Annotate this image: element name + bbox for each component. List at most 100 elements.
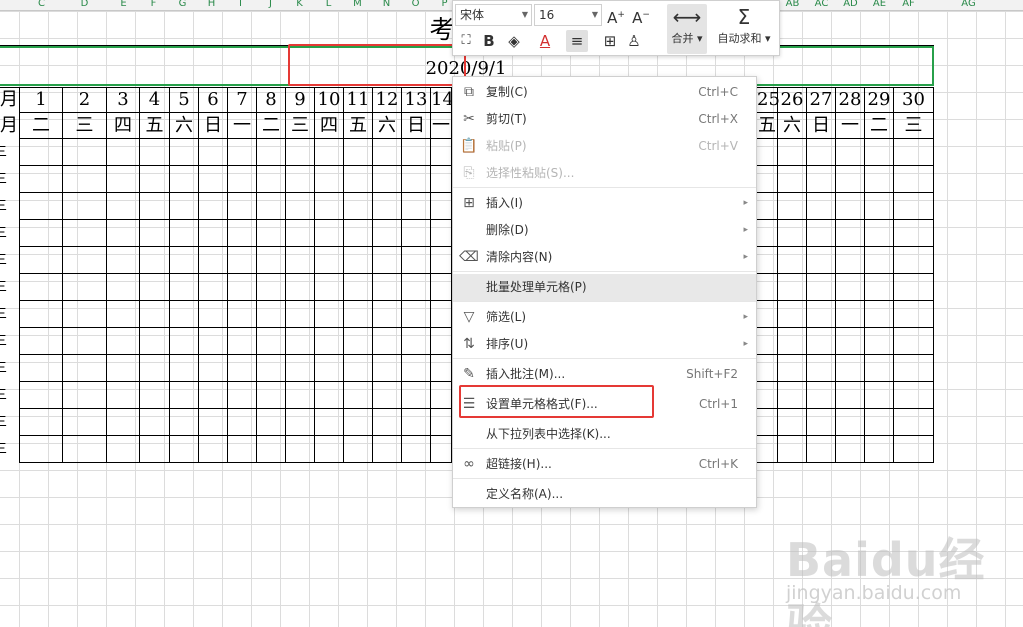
attendance-cell[interactable]: [402, 139, 431, 166]
day-cell[interactable]: 27: [807, 87, 836, 113]
autosum-button[interactable]: Σ 自动求和 ▾: [711, 4, 777, 54]
weekday-cell[interactable]: 一: [836, 113, 865, 139]
attendance-cell[interactable]: [140, 409, 170, 436]
attendance-cell[interactable]: [170, 436, 199, 463]
attendance-cell[interactable]: [402, 301, 431, 328]
column-letter[interactable]: AF: [894, 0, 923, 9]
attendance-cell[interactable]: [199, 139, 228, 166]
attendance-cell[interactable]: [228, 274, 257, 301]
attendance-cell[interactable]: [199, 247, 228, 274]
weekday-cell[interactable]: 六: [373, 113, 402, 139]
attendance-cell[interactable]: [315, 166, 344, 193]
attendance-cell[interactable]: [894, 139, 934, 166]
attendance-cell[interactable]: [757, 409, 778, 436]
attendance-cell[interactable]: [344, 409, 373, 436]
merge-button[interactable]: ⟷ 合并 ▾: [667, 4, 707, 54]
attendance-cell[interactable]: [107, 382, 140, 409]
attendance-cell[interactable]: [199, 193, 228, 220]
attendance-cell[interactable]: [286, 139, 315, 166]
menu-item-7[interactable]: 批量处理单元格(P): [453, 274, 756, 301]
column-letter[interactable]: AD: [836, 0, 865, 9]
attendance-cell[interactable]: [402, 328, 431, 355]
attendance-cell[interactable]: [286, 220, 315, 247]
column-letter[interactable]: L: [314, 0, 343, 9]
attendance-cell[interactable]: [107, 220, 140, 247]
attendance-cell[interactable]: [344, 355, 373, 382]
attendance-cell[interactable]: [344, 301, 373, 328]
attendance-cell[interactable]: [373, 409, 402, 436]
attendance-cell[interactable]: [228, 139, 257, 166]
attendance-cell[interactable]: [170, 382, 199, 409]
attendance-cell[interactable]: [865, 436, 894, 463]
attendance-cell[interactable]: [257, 301, 286, 328]
attendance-cell[interactable]: [865, 328, 894, 355]
attendance-cell[interactable]: [199, 436, 228, 463]
attendance-cell[interactable]: [63, 193, 107, 220]
attendance-cell[interactable]: [257, 409, 286, 436]
attendance-cell[interactable]: [402, 355, 431, 382]
attendance-cell[interactable]: [894, 328, 934, 355]
column-letter[interactable]: M: [343, 0, 372, 9]
attendance-cell[interactable]: [373, 355, 402, 382]
attendance-cell[interactable]: [836, 166, 865, 193]
menu-item-13[interactable]: ∞ 超链接(H)... Ctrl+K: [453, 451, 756, 478]
menu-item-4[interactable]: ⊞ 插入(I) ▸: [453, 190, 756, 217]
menu-item-11[interactable]: ☰ 设置单元格格式(F)... Ctrl+1: [453, 391, 756, 418]
attendance-cell[interactable]: [20, 220, 63, 247]
attendance-cell[interactable]: [199, 328, 228, 355]
attendance-cell[interactable]: [431, 301, 452, 328]
attendance-cell[interactable]: [107, 328, 140, 355]
font-color-icon[interactable]: A: [534, 30, 556, 52]
attendance-cell[interactable]: [836, 193, 865, 220]
weekday-cell[interactable]: 五: [140, 113, 170, 139]
attendance-cell[interactable]: [807, 247, 836, 274]
attendance-cell[interactable]: [757, 436, 778, 463]
attendance-cell[interactable]: [199, 355, 228, 382]
attendance-cell[interactable]: [373, 139, 402, 166]
day-cell[interactable]: 3: [107, 87, 140, 113]
attendance-cell[interactable]: [170, 193, 199, 220]
attendance-cell[interactable]: [836, 409, 865, 436]
menu-item-9[interactable]: ⇅ 排序(U) ▸: [453, 331, 756, 358]
attendance-cell[interactable]: [373, 220, 402, 247]
attendance-cell[interactable]: [431, 247, 452, 274]
attendance-cell[interactable]: [315, 247, 344, 274]
attendance-cell[interactable]: [807, 301, 836, 328]
attendance-cell[interactable]: [807, 328, 836, 355]
attendance-cell[interactable]: [63, 274, 107, 301]
attendance-cell[interactable]: [170, 355, 199, 382]
attendance-cell[interactable]: [344, 139, 373, 166]
attendance-cell[interactable]: [257, 436, 286, 463]
attendance-cell[interactable]: [286, 274, 315, 301]
attendance-cell[interactable]: [865, 409, 894, 436]
attendance-cell[interactable]: [836, 328, 865, 355]
attendance-cell[interactable]: [170, 274, 199, 301]
column-letter[interactable]: C: [27, 0, 56, 9]
attendance-cell[interactable]: [315, 409, 344, 436]
attendance-cell[interactable]: [257, 328, 286, 355]
attendance-cell[interactable]: [778, 409, 807, 436]
attendance-cell[interactable]: [431, 166, 452, 193]
attendance-cell[interactable]: [865, 355, 894, 382]
attendance-cell[interactable]: [431, 436, 452, 463]
clear-format-icon[interactable]: ♙: [623, 30, 645, 52]
attendance-cell[interactable]: [170, 166, 199, 193]
attendance-cell[interactable]: [778, 328, 807, 355]
attendance-cell[interactable]: [257, 274, 286, 301]
attendance-cell[interactable]: [107, 193, 140, 220]
weekday-cell[interactable]: 四: [315, 113, 344, 139]
attendance-cell[interactable]: [373, 166, 402, 193]
weekday-cell[interactable]: 二: [20, 113, 63, 139]
attendance-cell[interactable]: [20, 382, 63, 409]
attendance-cell[interactable]: [170, 301, 199, 328]
attendance-cell[interactable]: [757, 247, 778, 274]
attendance-cell[interactable]: [894, 220, 934, 247]
attendance-cell[interactable]: [170, 220, 199, 247]
attendance-cell[interactable]: [865, 247, 894, 274]
attendance-cell[interactable]: [315, 382, 344, 409]
column-letter[interactable]: D: [70, 0, 99, 9]
attendance-cell[interactable]: [286, 301, 315, 328]
attendance-cell[interactable]: [228, 193, 257, 220]
attendance-cell[interactable]: [20, 193, 63, 220]
attendance-cell[interactable]: [286, 355, 315, 382]
